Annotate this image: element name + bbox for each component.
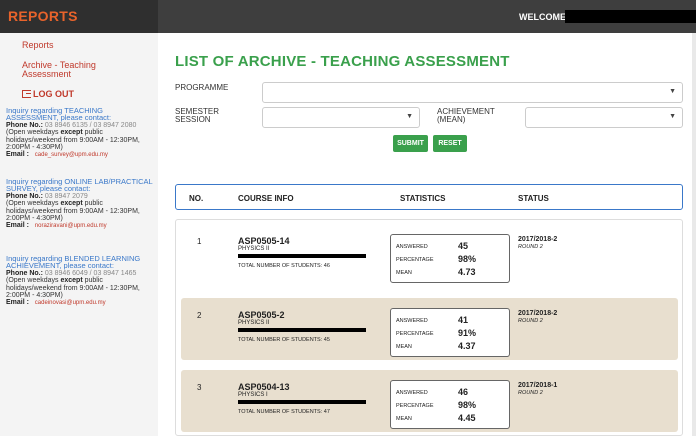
contact-title: Inquiry regarding TEACHING ASSESSMENT, p… (6, 106, 112, 123)
hours-text: (Open weekdays (6, 129, 61, 137)
hours-except: except (60, 277, 83, 285)
achievement-label: ACHIEVEMENT (MEAN) (437, 107, 495, 124)
mean-value: 4.37 (458, 341, 476, 351)
email-label: Email : (6, 222, 29, 230)
logout-button[interactable]: LOG OUT (22, 89, 74, 99)
brand-title[interactable]: REPORTS (8, 8, 78, 24)
mean-value: 4.73 (458, 267, 476, 277)
sidebar-item-reports[interactable]: Reports (22, 41, 54, 50)
top-bar: REPORTS WELCOME (0, 0, 696, 33)
mean-label: MEAN (396, 270, 412, 276)
mean-label: MEAN (396, 344, 412, 350)
mean-value: 4.45 (458, 413, 476, 423)
table-header: NO. COURSE INFO STATISTICS STATUS (175, 184, 683, 210)
programme-select[interactable]: ▼ (262, 82, 683, 103)
redacted-lecturer (238, 400, 366, 404)
chevron-down-icon: ▼ (669, 88, 676, 95)
contact-title: Inquiry regarding ONLINE LAB/PRACTICAL S… (6, 177, 153, 194)
logout-icon (22, 90, 31, 98)
answered-label: ANSWERED (396, 390, 428, 396)
phone-value: 03 8946 6049 / 03 8947 1465 (44, 269, 137, 277)
email-link[interactable]: cadeinovasi@upm.edu.my (35, 300, 106, 306)
redacted-username (565, 10, 696, 23)
hours-except: except (60, 200, 83, 208)
answered-value: 45 (458, 241, 469, 251)
statistics-box: ANSWERED 46 PERCENTAGE 98% MEAN 4.45 (390, 380, 510, 429)
semester-session-select[interactable]: ▼ (262, 107, 420, 128)
status-session: 2017/2018-2 (518, 236, 558, 243)
course-subject: PHYSICS II (238, 320, 270, 326)
percentage-label: PERCENTAGE (396, 403, 434, 409)
chevron-down-icon: ▼ (669, 113, 676, 120)
status-round: ROUND 2 (518, 318, 543, 324)
phone-label: Phone No.: (6, 121, 43, 129)
percentage-value: 98% (458, 254, 477, 264)
table-row[interactable]: 3 ASP0504-13 PHYSICS I TOTAL NUMBER OF S… (181, 370, 678, 432)
table-row[interactable]: 2 ASP0505-2 PHYSICS II TOTAL NUMBER OF S… (181, 298, 678, 360)
row-number: 3 (197, 383, 202, 392)
redacted-lecturer (238, 328, 366, 332)
total-students: TOTAL NUMBER OF STUDENTS: 46 (238, 263, 330, 269)
welcome-text: WELCOME (519, 12, 566, 22)
status-round: ROUND 2 (518, 244, 543, 250)
course-code: ASP0505-14 (238, 236, 290, 246)
statistics-box: ANSWERED 41 PERCENTAGE 91% MEAN 4.37 (390, 308, 510, 357)
column-header-course-info: COURSE INFO (238, 194, 294, 203)
email-link[interactable]: noraziravani@upm.edu.my (35, 223, 107, 229)
email-label: Email : (6, 151, 29, 159)
scrollbar[interactable] (692, 33, 696, 436)
contact-block-teaching: Inquiry regarding TEACHING ASSESSMENT, p… (6, 107, 156, 160)
chevron-down-icon: ▼ (406, 113, 413, 120)
row-number: 1 (197, 237, 202, 246)
phone-value: 03 8946 6135 / 03 8947 2080 (44, 121, 137, 129)
answered-value: 41 (458, 315, 469, 325)
statistics-box: ANSWERED 45 PERCENTAGE 98% MEAN 4.73 (390, 234, 510, 283)
answered-label: ANSWERED (396, 244, 428, 250)
phone-label: Phone No.: (6, 269, 43, 277)
contact-block-blended: Inquiry regarding BLENDED LEARNING ACHIE… (6, 255, 156, 308)
email-label: Email : (6, 299, 29, 307)
percentage-label: PERCENTAGE (396, 331, 434, 337)
contact-title: Inquiry regarding BLENDED LEARNING ACHIE… (6, 254, 141, 271)
percentage-value: 91% (458, 328, 477, 338)
column-header-status: STATUS (518, 194, 549, 203)
total-students: TOTAL NUMBER OF STUDENTS: 47 (238, 409, 330, 415)
hours-except: except (60, 129, 83, 137)
column-header-statistics: STATISTICS (400, 194, 446, 203)
programme-label: PROGRAMME (175, 83, 229, 92)
course-code: ASP0504-13 (238, 382, 290, 392)
contact-block-lab: Inquiry regarding ONLINE LAB/PRACTICAL S… (6, 178, 156, 231)
course-code: ASP0505-2 (238, 310, 285, 320)
brand-area: REPORTS (0, 0, 158, 33)
logout-label: LOG OUT (33, 89, 74, 99)
course-subject: PHYSICS I (238, 392, 268, 398)
table-row[interactable]: 1 ASP0505-14 PHYSICS II TOTAL NUMBER OF … (181, 224, 678, 286)
sidebar-item-archive[interactable]: Archive - Teaching Assessment (22, 61, 132, 79)
status-round: ROUND 2 (518, 390, 543, 396)
reset-button[interactable]: RESET (433, 135, 467, 152)
phone-value: 03 8947 2079 (44, 192, 88, 200)
table-body: 1 ASP0505-14 PHYSICS II TOTAL NUMBER OF … (175, 219, 683, 436)
redacted-lecturer (238, 254, 366, 258)
column-header-no: NO. (189, 194, 204, 203)
semester-session-label: SEMESTER SESSION (175, 107, 220, 124)
email-link[interactable]: cade_survey@upm.edu.my (35, 152, 108, 158)
hours-text: (Open weekdays (6, 277, 61, 285)
phone-label: Phone No.: (6, 192, 43, 200)
percentage-label: PERCENTAGE (396, 257, 434, 263)
hours-text: (Open weekdays (6, 200, 61, 208)
achievement-select[interactable]: ▼ (525, 107, 683, 128)
page-title: LIST OF ARCHIVE - TEACHING ASSESSMENT (175, 53, 510, 70)
status-session: 2017/2018-1 (518, 382, 558, 389)
row-number: 2 (197, 311, 202, 320)
status-session: 2017/2018-2 (518, 310, 558, 317)
total-students: TOTAL NUMBER OF STUDENTS: 45 (238, 337, 330, 343)
mean-label: MEAN (396, 416, 412, 422)
answered-label: ANSWERED (396, 318, 428, 324)
submit-button[interactable]: SUBMIT (393, 135, 428, 152)
percentage-value: 98% (458, 400, 477, 410)
sidebar: Reports Archive - Teaching Assessment LO… (0, 33, 158, 436)
answered-value: 46 (458, 387, 469, 397)
course-subject: PHYSICS II (238, 246, 270, 252)
